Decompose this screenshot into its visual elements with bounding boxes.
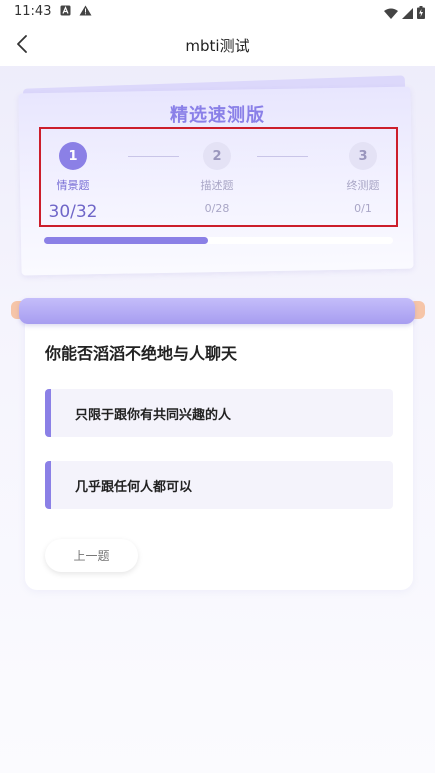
progress-bar <box>44 237 393 244</box>
step-connector <box>128 156 179 157</box>
option-label: 几乎跟任何人都可以 <box>75 480 193 495</box>
wifi-icon <box>384 4 398 23</box>
option-2[interactable]: 几乎跟任何人都可以 <box>45 461 393 509</box>
step-3: 3 终测题 0/1 <box>337 142 389 215</box>
nav-bar: mbti测试 <box>0 26 435 66</box>
step-label: 描述题 <box>200 179 234 192</box>
question-text: 你能否滔滔不绝地与人聊天 <box>45 344 238 363</box>
option-1[interactable]: 只限于跟你有共同兴趣的人 <box>45 389 393 437</box>
card-title: 精选速测版 <box>170 105 265 126</box>
step-count: 30/32 <box>48 202 98 222</box>
signal-icon <box>402 4 413 23</box>
option-accent-bar <box>45 389 51 437</box>
step-label: 情景题 <box>56 179 90 192</box>
option-label: 只限于跟你有共同兴趣的人 <box>75 408 232 423</box>
progress-fill <box>44 237 209 244</box>
previous-question-button[interactable]: 上一题 <box>45 539 138 572</box>
step-label: 终测题 <box>346 179 380 192</box>
step-count: 0/28 <box>204 202 230 215</box>
step-2: 2 描述题 0/28 <box>191 142 243 215</box>
step-number: 2 <box>203 142 231 170</box>
step-number: 3 <box>349 142 377 170</box>
warning-icon <box>79 5 92 19</box>
status-right-icons <box>384 4 425 23</box>
status-bar: 11:43 <box>0 0 435 26</box>
page-title: mbti测试 <box>185 37 250 55</box>
step-connector <box>257 156 308 157</box>
step-number: 1 <box>59 142 87 170</box>
scroll-decoration <box>19 298 415 324</box>
battery-charging-icon <box>417 4 425 23</box>
a-notification-icon <box>60 5 71 19</box>
step-count: 0/1 <box>354 202 372 215</box>
status-time: 11:43 <box>14 4 52 19</box>
option-accent-bar <box>45 461 51 509</box>
step-1: 1 情景题 30/32 <box>47 142 99 222</box>
